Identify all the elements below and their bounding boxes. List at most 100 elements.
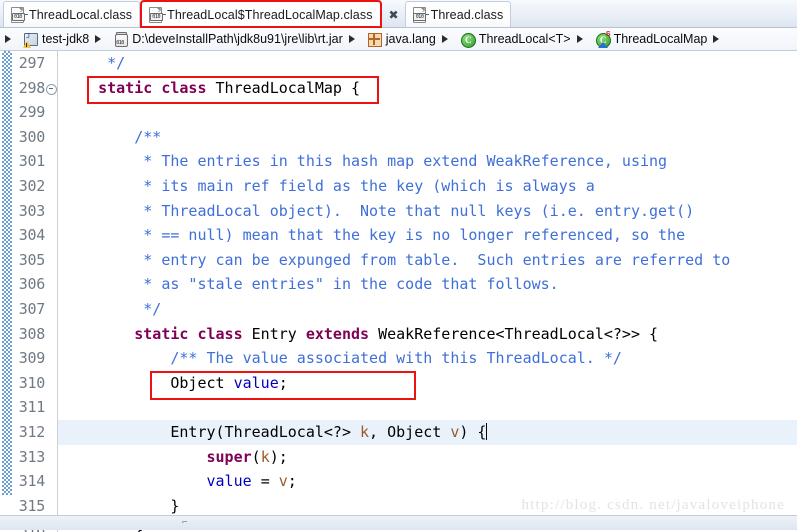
breadcrumb-item-package[interactable]: java.lang: [364, 32, 439, 47]
code-token: value: [206, 472, 261, 491]
code-line[interactable]: /**: [58, 125, 797, 150]
code-token: * == null) mean that the key is no longe…: [62, 226, 686, 245]
code-token: value: [233, 373, 279, 392]
code-token: WeakReference<ThreadLocal<?>> {: [378, 324, 659, 343]
code-token: k: [260, 447, 270, 466]
code-line[interactable]: * as "stale entries" in the code that fo…: [58, 272, 797, 297]
code-token: /**: [62, 127, 162, 146]
code-token: ;: [287, 472, 297, 491]
code-line[interactable]: [58, 100, 797, 125]
code-token: Entry(ThreadLocal<?>: [62, 422, 361, 441]
code-token: );: [269, 447, 288, 466]
breadcrumb-label: ThreadLocalMap: [613, 32, 708, 46]
line-number: 309: [18, 349, 46, 368]
code-line[interactable]: Object value;: [58, 371, 797, 396]
chevron-right-icon: [95, 35, 107, 43]
status-bar: ⌐: [0, 515, 797, 530]
tab-threadlocal-threadlocalmap-class[interactable]: 010 ThreadLocal$ThreadLocalMap.class: [140, 0, 382, 28]
line-number-ruler: 297 298 299 300 301 302 303 304 305 306 307 308 309 3…: [12, 51, 58, 532]
code-line[interactable]: */: [58, 297, 797, 322]
source-text[interactable]: */ static class ThreadLocalMap { /** * T…: [58, 51, 797, 532]
chevron-right-icon: [348, 35, 361, 43]
code-line[interactable]: */: [58, 51, 797, 76]
breadcrumb-item-jar[interactable]: 010 D:\deveInstallPath\jdk8u91\jre\lib\r…: [110, 31, 346, 47]
code-line[interactable]: [58, 395, 797, 420]
code-line[interactable]: value = v;: [58, 469, 797, 494]
code-line[interactable]: static class ThreadLocalMap {: [58, 76, 797, 101]
class-file-icon: 010: [412, 7, 430, 23]
code-token: v: [278, 472, 288, 491]
chevron-right-icon: [576, 35, 589, 43]
change-bar: [0, 51, 12, 532]
code-line[interactable]: * ThreadLocal object). Note that null ke…: [58, 199, 797, 224]
code-token: (: [251, 447, 261, 466]
code-token: * entry can be expunged from table. Such…: [62, 250, 731, 269]
code-line[interactable]: super(k);: [58, 445, 797, 470]
code-line[interactable]: static class Entry extends WeakReference…: [58, 322, 797, 347]
code-editor[interactable]: 297 298 299 300 301 302 303 304 305 306 307 308 309 3…: [0, 51, 797, 532]
line-number: 305: [18, 250, 46, 269]
line-number: 299: [18, 103, 46, 122]
tab-close-button[interactable]: ✖: [382, 2, 405, 27]
breadcrumb-item-project[interactable]: J test-jdk8: [20, 32, 92, 48]
breadcrumb-item-inner-class[interactable]: CS ThreadLocalMap: [592, 31, 711, 48]
chevron-right-icon: [441, 35, 454, 43]
code-token: * its main ref field as the key (which i…: [62, 176, 595, 195]
code-line[interactable]: * == null) mean that the key is no longe…: [58, 223, 797, 248]
class-file-icon: 010: [148, 7, 166, 23]
breadcrumb-label: test-jdk8: [42, 32, 90, 46]
code-token: * The entries in this hash map extend We…: [62, 152, 668, 171]
tab-threadlocal-class[interactable]: 010 ThreadLocal.class: [3, 1, 141, 27]
breadcrumb-label: java.lang: [385, 32, 436, 46]
watermark-text: http://blog. csdn. net/javaloveiphone: [521, 497, 785, 513]
code-token: static class: [134, 324, 252, 343]
code-token: , Object: [369, 422, 451, 441]
code-line[interactable]: * its main ref field as the key (which i…: [58, 174, 797, 199]
code-token: extends: [305, 324, 379, 343]
code-line[interactable]: Entry(ThreadLocal<?> k, Object v) {: [58, 419, 797, 445]
change-bar-marker: [2, 51, 12, 495]
collapse-fold-icon[interactable]: [46, 83, 57, 95]
code-token: v: [450, 422, 460, 441]
code-token: * as "stale entries" in the code that fo…: [62, 275, 559, 294]
editor-tab-bar: 010 ThreadLocal.class 010 ThreadLocal$Th…: [0, 0, 797, 28]
tab-label: ThreadLocal$ThreadLocalMap.class: [167, 7, 373, 22]
code-token: }: [62, 496, 180, 515]
line-number: 306: [18, 275, 46, 294]
chevron-right-icon: [5, 35, 17, 43]
chevron-right-icon: [713, 35, 725, 43]
code-token: /** The value associated with this Threa…: [62, 349, 622, 368]
code-line[interactable]: * The entries in this hash map extend We…: [58, 149, 797, 174]
close-icon: ✖: [388, 7, 399, 22]
code-token: ;: [278, 373, 288, 392]
line-number: 307: [18, 299, 46, 318]
tab-label: ThreadLocal.class: [29, 7, 133, 22]
line-number: 300: [18, 127, 46, 146]
code-line[interactable]: /** The value associated with this Threa…: [58, 346, 797, 371]
breadcrumb: J test-jdk8 010 D:\deveInstallPath\jdk8u…: [0, 28, 797, 51]
text-caret: [486, 422, 488, 440]
tab-label: Thread.class: [430, 7, 504, 22]
line-number: 310: [18, 373, 46, 392]
line-number: 297: [18, 54, 46, 72]
code-token: * ThreadLocal object). Note that null ke…: [62, 201, 695, 220]
breadcrumb-label: D:\deveInstallPath\jdk8u91\jre\lib\rt.ja…: [132, 32, 343, 46]
line-number: 314: [18, 472, 46, 491]
java-project-icon: J: [23, 32, 38, 48]
line-number: 301: [18, 152, 46, 171]
tab-thread-class[interactable]: 010 Thread.class: [404, 1, 512, 27]
package-icon: [367, 32, 382, 47]
code-token: Entry: [251, 324, 306, 343]
breadcrumb-label: ThreadLocal<T>: [478, 32, 571, 46]
code-line[interactable]: * entry can be expunged from table. Such…: [58, 248, 797, 273]
code-token: ThreadLocalMap {: [215, 78, 361, 97]
code-token: k: [360, 422, 370, 441]
breadcrumb-item-class[interactable]: C ThreadLocal<T>: [457, 32, 574, 48]
line-number: 311: [18, 398, 46, 417]
code-token: ) {: [459, 422, 487, 441]
line-number: 313: [18, 447, 46, 466]
line-number: 312: [18, 422, 46, 441]
class-file-icon: 010: [10, 7, 28, 23]
